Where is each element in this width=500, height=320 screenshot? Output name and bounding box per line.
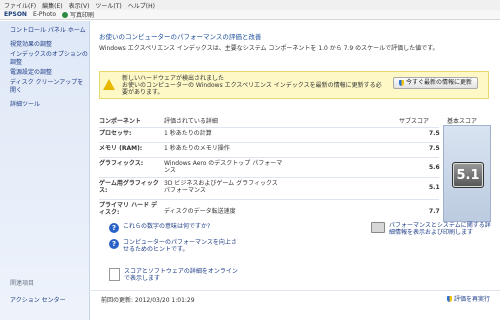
row-score: 7.5 <box>429 145 440 152</box>
intro-text: Windows エクスペリエンス インデックスは、主要なシステム コンポーネント… <box>99 45 439 52</box>
row-detail: ディスクのデータ転送速度 <box>164 208 236 215</box>
row-score: 7.7 <box>429 208 440 215</box>
row-score: 7.5 <box>429 130 440 137</box>
table-row: ゲーム用グラフィックス: 3D ビジネスおよびゲーム グラフィックス パフォーマ… <box>99 177 440 199</box>
table-row: グラフィックス: Windows Aero のデスクトップ パフォーマンス 5.… <box>99 157 440 177</box>
print-icon <box>62 11 69 18</box>
row-component: プロセッサ: <box>99 130 132 137</box>
link-view-print-details[interactable]: パフォーマンスとシステムに関する詳細情報を表示および印刷します <box>371 222 496 236</box>
col-subscore: サブスコア <box>399 118 430 125</box>
row-component: プライマリ ハード ディスク: <box>99 202 158 216</box>
row-component: メモリ (RAM): <box>99 145 143 152</box>
row-score: 5.1 <box>429 184 440 191</box>
sidebar-home-link[interactable]: コントロール パネル ホーム <box>10 27 89 35</box>
document-icon <box>109 268 120 281</box>
menu-help[interactable]: ヘルプ(H) <box>128 1 155 10</box>
sidebar-link-visual-effects[interactable]: 視覚効果の調整 <box>10 41 89 49</box>
related-section: 関連項目 アクション センター <box>10 278 66 304</box>
hardware-warning: 新しいハードウェアが検出されました お使いのコンピューターの Windows エ… <box>99 71 489 99</box>
table-row: メモリ (RAM): 1 秒あたりのメモリ操作 7.5 <box>99 142 440 157</box>
sidebar-link-disk-cleanup[interactable]: ディスク クリーンアップを開く <box>10 79 89 95</box>
toolbar: EPSON E-Photo 写真印刷 <box>0 10 500 20</box>
row-detail: 1 秒あたりのメモリ操作 <box>164 145 230 152</box>
refresh-now-button[interactable]: 今すぐ最新の情報に更新 <box>392 77 478 89</box>
link-label[interactable]: スコアとソフトウェアの詳細をオンラインで表示します <box>124 268 239 282</box>
sidebar: コントロール パネル ホーム 視覚効果の調整 インデックスのオプションの調整 電… <box>0 21 90 320</box>
link-label[interactable]: これらの数字の意味は何ですか? <box>123 223 210 230</box>
e-photo-button[interactable]: E-Photo <box>33 11 56 18</box>
menu-edit[interactable]: 編集(E) <box>42 1 62 10</box>
row-score: 5.6 <box>429 164 440 171</box>
link-online-details[interactable]: スコアとソフトウェアの詳細をオンラインで表示します <box>109 268 239 282</box>
score-table: プロセッサ: 1 秒あたりの計算 7.5 メモリ (RAM): 1 秒あたりのメ… <box>99 127 440 222</box>
sidebar-link-indexing-options[interactable]: インデックスのオプションの調整 <box>10 51 89 67</box>
epson-logo: EPSON <box>4 11 27 18</box>
menu-tools[interactable]: ツール(T) <box>95 1 121 10</box>
photo-print-button[interactable]: 写真印刷 <box>62 10 94 19</box>
help-question-icon: ? <box>109 223 119 233</box>
sidebar-link-power-settings[interactable]: 電源設定の調整 <box>10 69 89 77</box>
help-question-icon: ? <box>109 239 119 249</box>
base-score-panel: 5.1 <box>443 125 491 222</box>
row-detail: Windows Aero のデスクトップ パフォーマンス <box>164 160 283 174</box>
table-row: プライマリ ハード ディスク: ディスクのデータ転送速度 7.7 <box>99 199 440 222</box>
menu-view[interactable]: 表示(V) <box>69 1 90 10</box>
col-details: 評価されている詳細 <box>164 118 218 125</box>
rerun-label: 評価を再実行 <box>453 296 490 303</box>
related-header: 関連項目 <box>10 280 35 287</box>
refresh-now-label: 今すぐ最新の情報に更新 <box>405 79 472 86</box>
warning-text: 新しいハードウェアが検出されました お使いのコンピューターの Windows エ… <box>122 75 382 96</box>
main-panel: お使いのコンピューターのパフォーマンスの評価と改善 Windows エクスペリエ… <box>91 21 500 320</box>
score-table-header: コンポーネント 評価されている詳細 サブスコア 基本スコア <box>99 116 494 125</box>
menu-file[interactable]: ファイル(F) <box>4 1 36 10</box>
col-component: コンポーネント <box>99 118 142 125</box>
base-score-badge: 5.1 <box>452 162 484 188</box>
link-label[interactable]: コンピューターのパフォーマンスを向上させるためのヒントです。 <box>123 239 239 253</box>
uac-shield-icon <box>398 80 404 86</box>
uac-shield-icon <box>446 295 452 302</box>
last-updated: 前回の更新: 2012/03/20 1:01:29 <box>101 297 195 304</box>
link-label[interactable]: パフォーマンスとシステムに関する詳細情報を表示および印刷します <box>389 222 496 236</box>
row-component: グラフィックス: <box>99 160 144 167</box>
printer-icon <box>371 222 385 233</box>
row-detail: 3D ビジネスおよびゲーム グラフィックス パフォーマンス <box>164 180 278 194</box>
table-row: プロセッサ: 1 秒あたりの計算 7.5 <box>99 127 440 142</box>
photo-print-label: 写真印刷 <box>70 12 95 19</box>
warning-icon <box>103 79 115 90</box>
action-center-link[interactable]: アクション センター <box>10 295 66 304</box>
link-what-numbers-mean[interactable]: ? これらの数字の意味は何ですか? <box>109 223 210 233</box>
status-footer: 前回の更新: 2012/03/20 1:01:29 評価を再実行 <box>91 290 500 305</box>
e-photo-label: E-Photo <box>32 11 57 18</box>
menu-bar: ファイル(F) 編集(E) 表示(V) ツール(T) ヘルプ(H) <box>0 0 500 10</box>
link-performance-tips[interactable]: ? コンピューターのパフォーマンスを向上させるためのヒントです。 <box>109 239 239 253</box>
row-component: ゲーム用グラフィックス: <box>99 180 159 194</box>
sidebar-link-advanced-tools[interactable]: 詳細ツール <box>10 101 89 109</box>
col-basescore: 基本スコア <box>447 118 478 125</box>
row-detail: 1 秒あたりの計算 <box>164 130 212 137</box>
rerun-assessment-link[interactable]: 評価を再実行 <box>446 294 490 303</box>
page-title: お使いのコンピューターのパフォーマンスの評価と改善 <box>99 33 262 41</box>
